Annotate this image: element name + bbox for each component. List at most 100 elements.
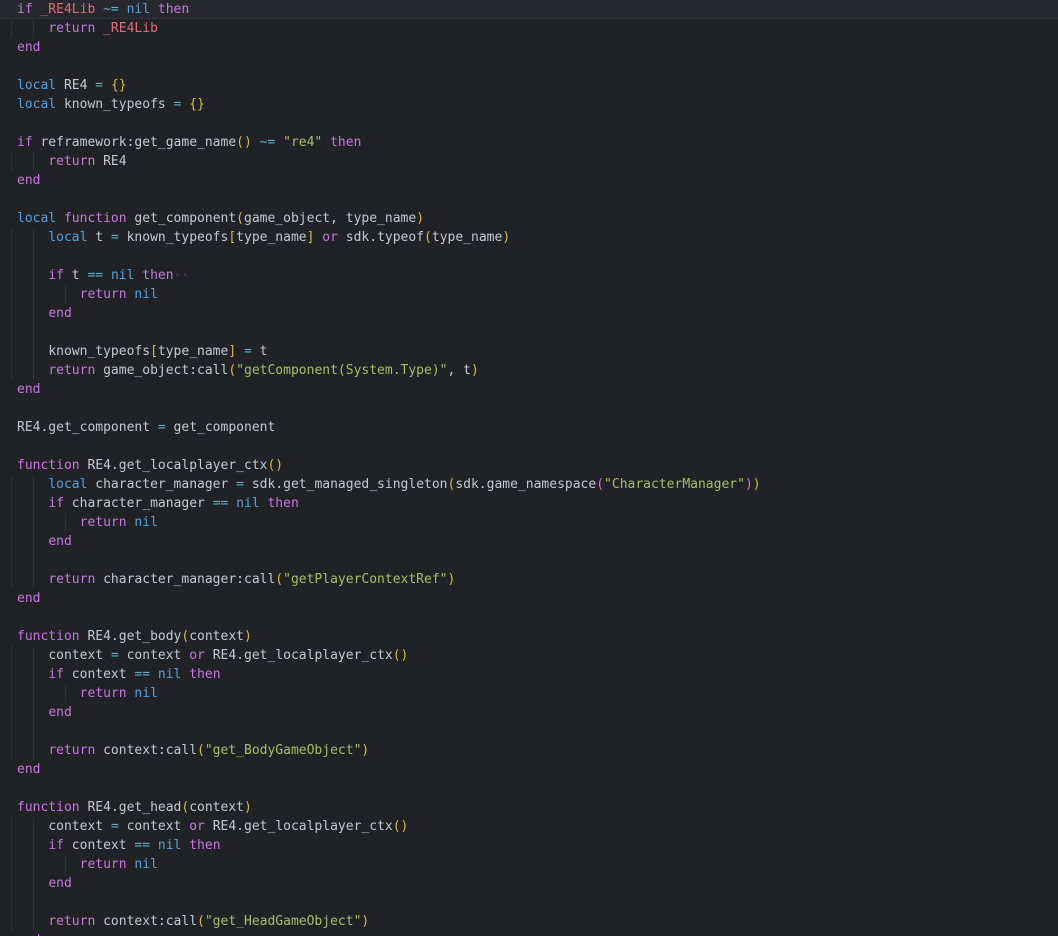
code-line[interactable]: function RE4.get_body(context): [0, 627, 1058, 646]
code-line[interactable]: end: [0, 703, 1058, 722]
code-token: =: [158, 420, 174, 435]
code-token: end: [17, 173, 40, 188]
code-token: (: [236, 211, 244, 226]
indent-guide: [33, 475, 34, 494]
code-line[interactable]: return nil: [0, 855, 1058, 874]
code-line[interactable]: [0, 893, 1058, 912]
code-token: ==: [134, 667, 157, 682]
code-line[interactable]: local function get_component(game_object…: [0, 209, 1058, 228]
code-token: end: [48, 876, 71, 891]
code-line[interactable]: [0, 399, 1058, 418]
code-token: =: [95, 78, 111, 93]
code-line[interactable]: end: [0, 38, 1058, 57]
code-line[interactable]: end: [0, 874, 1058, 893]
code-token: context: [72, 838, 135, 853]
code-line[interactable]: if _RE4Lib ~= nil then: [0, 0, 1058, 19]
code-token: "CharacterManager": [604, 477, 745, 492]
code-line[interactable]: [0, 608, 1058, 627]
code-editor[interactable]: if _RE4Lib ~= nil then return _RE4Libend…: [0, 0, 1058, 936]
indent-guide: [11, 247, 12, 266]
indent-guide: [65, 513, 66, 532]
code-line[interactable]: return nil: [0, 285, 1058, 304]
indent-guide: [33, 228, 34, 247]
code-line[interactable]: function RE4.get_head(context): [0, 798, 1058, 817]
code-line[interactable]: [0, 247, 1058, 266]
code-token: or: [189, 648, 212, 663]
code-token: {}: [189, 97, 205, 112]
code-line[interactable]: end: [0, 304, 1058, 323]
code-token: [: [228, 230, 236, 245]
code-token: ==: [134, 838, 157, 853]
code-token: nil: [158, 838, 189, 853]
code-token: ~=: [103, 2, 126, 17]
code-token: "getComponent(System.Type)": [236, 363, 447, 378]
code-token: return: [48, 743, 103, 758]
indent-guide: [65, 285, 66, 304]
code-line[interactable]: end: [0, 760, 1058, 779]
code-line[interactable]: if character_manager == nil then: [0, 494, 1058, 513]
code-line[interactable]: return context:call("get_BodyGameObject"…: [0, 741, 1058, 760]
code-line[interactable]: local character_manager = sdk.get_manage…: [0, 475, 1058, 494]
code-line[interactable]: if context == nil then: [0, 836, 1058, 855]
code-token: =: [111, 230, 127, 245]
code-line[interactable]: [0, 779, 1058, 798]
code-line[interactable]: end: [0, 380, 1058, 399]
code-line[interactable]: end: [0, 171, 1058, 190]
code-line[interactable]: [0, 57, 1058, 76]
code-token: t: [72, 268, 88, 283]
code-line[interactable]: [0, 190, 1058, 209]
indent-guide: [11, 323, 12, 342]
code-token: (: [275, 572, 283, 587]
code-line[interactable]: [0, 323, 1058, 342]
code-line[interactable]: RE4.get_component = get_component: [0, 418, 1058, 437]
code-line[interactable]: local known_typeofs = {}: [0, 95, 1058, 114]
code-line[interactable]: return character_manager:call("getPlayer…: [0, 570, 1058, 589]
code-line[interactable]: context = context or RE4.get_localplayer…: [0, 646, 1058, 665]
code-line[interactable]: function RE4.get_localplayer_ctx(): [0, 456, 1058, 475]
code-line[interactable]: return nil: [0, 513, 1058, 532]
indent-guide: [11, 361, 12, 380]
code-line[interactable]: end: [0, 931, 1058, 936]
code-token: type_name: [432, 230, 502, 245]
code-line[interactable]: return _RE4Lib: [0, 19, 1058, 38]
indent-guide: [11, 912, 12, 931]
code-token: ··: [174, 268, 190, 283]
code-line[interactable]: if context == nil then: [0, 665, 1058, 684]
code-token: end: [17, 382, 40, 397]
code-line[interactable]: [0, 114, 1058, 133]
code-token: (: [228, 363, 236, 378]
indent-guide: [11, 342, 12, 361]
code-token: {}: [111, 78, 127, 93]
code-line[interactable]: end: [0, 532, 1058, 551]
indent-guide: [11, 285, 12, 304]
code-line[interactable]: [0, 722, 1058, 741]
code-line[interactable]: known_typeofs[type_name] = t: [0, 342, 1058, 361]
code-line[interactable]: end: [0, 589, 1058, 608]
code-line[interactable]: return RE4: [0, 152, 1058, 171]
code-token: reframework:get_game_name: [40, 135, 236, 150]
code-line[interactable]: local t = known_typeofs[type_name] or sd…: [0, 228, 1058, 247]
code-token: context:call: [103, 743, 197, 758]
code-token: end: [48, 306, 71, 321]
code-token: end: [17, 762, 40, 777]
code-line[interactable]: [0, 551, 1058, 570]
code-line[interactable]: if reframework:get_game_name() ~= "re4" …: [0, 133, 1058, 152]
code-line[interactable]: if t == nil then··: [0, 266, 1058, 285]
indent-guide: [33, 684, 34, 703]
code-token: then: [142, 268, 173, 283]
code-line[interactable]: [0, 437, 1058, 456]
indent-guide: [11, 703, 12, 722]
code-line[interactable]: context = context or RE4.get_localplayer…: [0, 817, 1058, 836]
code-line[interactable]: local RE4 = {}: [0, 76, 1058, 95]
code-token: end: [17, 40, 40, 55]
code-token: game_object:call: [103, 363, 228, 378]
indent-guide: [11, 665, 12, 684]
code-token: RE4: [64, 78, 95, 93]
code-line[interactable]: return context:call("get_HeadGameObject"…: [0, 912, 1058, 931]
code-line[interactable]: return game_object:call("getComponent(Sy…: [0, 361, 1058, 380]
indent-guide: [11, 570, 12, 589]
code-line[interactable]: return nil: [0, 684, 1058, 703]
indent-guide: [33, 741, 34, 760]
indent-guide: [11, 494, 12, 513]
indent-guide: [33, 836, 34, 855]
